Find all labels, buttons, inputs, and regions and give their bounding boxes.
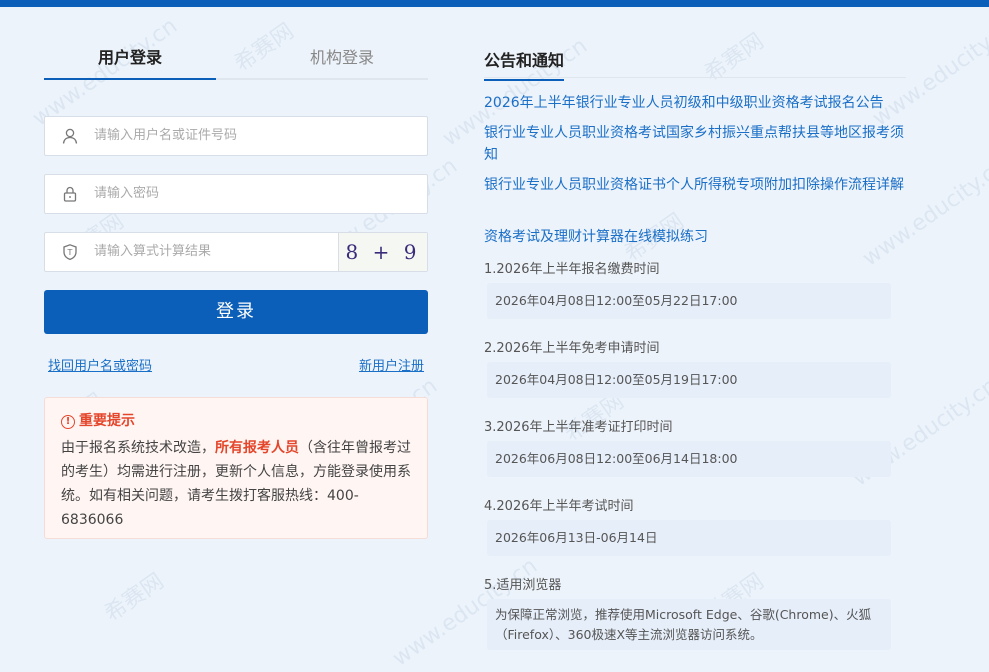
announcement-link-1[interactable]: 2026年上半年银行业专业人员初级和中级职业资格考试报名公告 [484, 92, 909, 114]
schedule-title-1: 1.2026年上半年报名缴费时间 [484, 262, 660, 277]
username-input[interactable]: 请输入用户名或证件号码 [44, 116, 428, 156]
schedule-value-1: 2026年04月08日12:00至05月22日17:00 [487, 283, 891, 319]
notice-highlight: 所有报考人员 [215, 440, 299, 456]
captcha-input[interactable]: T 请输入算式计算结果 8 + 9 = [44, 232, 428, 272]
schedule-value-4: 2026年06月13日-06月14日 [487, 520, 891, 556]
important-notice: ! 重要提示 由于报名系统技术改造，所有报考人员（含往年曾报考过的考生）均需进行注… [44, 397, 428, 539]
announcement-link-3[interactable]: 银行业专业人员职业资格证书个人所得税专项附加扣除操作流程详解 [484, 174, 909, 196]
register-link[interactable]: 新用户注册 [359, 355, 424, 374]
login-tabs: 用户登录 机构登录 [44, 44, 428, 80]
schedule-value-3: 2026年06月08日12:00至06月14日18:00 [487, 441, 891, 477]
watermark-text: 希赛网 [700, 28, 769, 88]
schedule-title-2: 2.2026年上半年免考申请时间 [484, 341, 660, 356]
notice-body-before: 由于报名系统技术改造， [61, 440, 215, 456]
announcement-title: 公告和通知 [484, 47, 565, 81]
watermark-text: 希赛网 [100, 568, 169, 628]
tab-user-login[interactable]: 用户登录 [44, 44, 216, 80]
tab-org-login[interactable]: 机构登录 [256, 44, 428, 78]
announcement-link-2[interactable]: 银行业专业人员职业资格考试国家乡村振兴重点帮扶县等地区报考须知 [484, 122, 909, 166]
lock-icon [63, 186, 77, 202]
watermark-text: www.educity.cn [858, 153, 989, 272]
announcement-link-4[interactable]: 资格考试及理财计算器在线模拟练习 [484, 226, 909, 248]
user-icon [62, 128, 78, 144]
schedule-value-5: 为保障正常浏览，推荐使用Microsoft Edge、谷歌(Chrome)、火狐… [487, 599, 891, 650]
captcha-image[interactable]: 8 + 9 = [338, 233, 427, 271]
schedule-title-4: 4.2026年上半年考试时间 [484, 499, 634, 514]
schedule-value-2: 2026年04月08日12:00至05月19日17:00 [487, 362, 891, 398]
shield-icon: T [63, 244, 77, 261]
forgot-password-link[interactable]: 找回用户名或密码 [48, 355, 152, 374]
schedule-title-3: 3.2026年上半年准考证打印时间 [484, 420, 673, 435]
notice-body: 由于报名系统技术改造，所有报考人员（含往年曾报考过的考生）均需进行注册，更新个人… [61, 436, 413, 532]
top-bar [0, 0, 989, 7]
notice-title-text: 重要提示 [79, 413, 135, 429]
svg-text:T: T [67, 248, 73, 257]
notice-title: ! 重要提示 [61, 410, 135, 430]
password-input[interactable]: 请输入密码 [44, 174, 428, 214]
schedule-title-5: 5.适用浏览器 [484, 578, 562, 593]
username-placeholder: 请输入用户名或证件号码 [94, 128, 238, 143]
password-placeholder: 请输入密码 [94, 186, 160, 201]
captcha-placeholder: 请输入算式计算结果 [94, 244, 212, 259]
warning-icon: ! [61, 415, 75, 429]
captcha-text: 8 + 9 = [345, 240, 421, 264]
login-button[interactable]: 登录 [44, 290, 428, 334]
